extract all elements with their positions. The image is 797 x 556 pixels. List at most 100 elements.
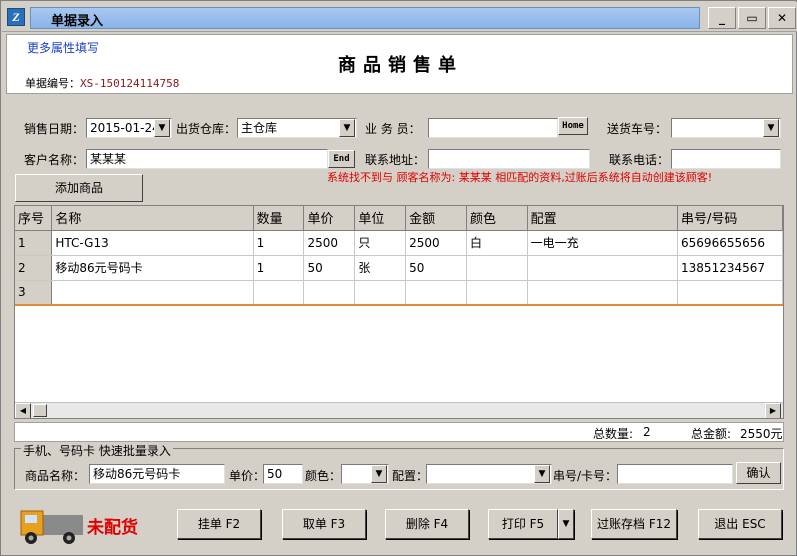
- address-input[interactable]: [428, 149, 590, 169]
- table-row[interactable]: 1 HTC-G13 1 2500 只 2500 白 一电一充 656966556…: [15, 230, 783, 256]
- document-title: 商品销售单: [338, 55, 463, 76]
- app-icon: Z: [7, 8, 25, 26]
- cell-name[interactable]: [51, 280, 254, 306]
- cell-amount[interactable]: 2500: [405, 230, 467, 256]
- scroll-left-icon[interactable]: ◀: [15, 403, 31, 418]
- salesman-input[interactable]: [428, 118, 558, 138]
- scroll-right-icon[interactable]: ▶: [765, 403, 781, 418]
- quick-entry-title: 手机、号码卡 快速批量录入: [21, 442, 173, 459]
- quick-serial-input[interactable]: [617, 464, 733, 484]
- fetch-order-button[interactable]: 取单 F3: [282, 509, 366, 539]
- phone-input[interactable]: [671, 149, 781, 169]
- cell-qty[interactable]: [253, 280, 305, 306]
- horizontal-scrollbar[interactable]: ◀ ▶: [15, 402, 783, 418]
- quick-color-label: 颜色：: [305, 469, 342, 483]
- cell-color[interactable]: [466, 280, 528, 306]
- truck-icon: [20, 510, 83, 544]
- column-header[interactable]: 颜色: [466, 206, 528, 231]
- cell-amount[interactable]: 50: [405, 255, 467, 281]
- sale-date-dropdown-icon[interactable]: ▼: [154, 119, 170, 137]
- table-row[interactable]: 2 移动86元号码卡 1 50 张 50 13851234567: [15, 255, 783, 281]
- maximize-button[interactable]: ▭: [738, 7, 766, 29]
- print-button[interactable]: 打印 F5: [488, 509, 558, 539]
- close-button[interactable]: ✕: [768, 7, 796, 29]
- sale-date-label: 销售日期：: [24, 122, 85, 136]
- row-number: 2: [15, 255, 53, 281]
- quick-confirm-button[interactable]: 确认: [736, 462, 781, 484]
- end-button[interactable]: End: [328, 150, 355, 168]
- cell-qty[interactable]: 1: [253, 255, 305, 281]
- cell-config[interactable]: 一电一充: [527, 230, 679, 256]
- column-header[interactable]: 单位: [354, 206, 407, 231]
- cell-price[interactable]: 2500: [303, 230, 356, 256]
- total-amount-label: 总金额:: [691, 427, 732, 441]
- quick-name-label: 商品名称：: [25, 469, 86, 483]
- vehicle-label: 送货车号：: [607, 122, 668, 136]
- quick-price-label: 单价：: [229, 469, 266, 483]
- cell-color[interactable]: [466, 255, 528, 281]
- add-product-button[interactable]: 添加商品: [15, 174, 143, 202]
- cell-name[interactable]: HTC-G13: [51, 230, 254, 256]
- cell-amount[interactable]: [405, 280, 467, 306]
- items-grid[interactable]: 序号 名称 数量 单价 单位 金额 颜色 配置 串号/号码 1 HTC-G13 …: [14, 205, 784, 419]
- quick-color-dropdown-icon[interactable]: ▼: [371, 465, 387, 483]
- minimize-button[interactable]: _: [708, 7, 736, 29]
- cell-price[interactable]: [303, 280, 356, 306]
- table-header-row: 序号 名称 数量 单价 单位 金额 颜色 配置 串号/号码: [15, 206, 783, 231]
- delete-button[interactable]: 删除 F4: [385, 509, 469, 539]
- quick-name-input[interactable]: 移动86元号码卡: [89, 464, 225, 484]
- table-row[interactable]: 3: [15, 280, 783, 306]
- column-header[interactable]: 金额: [405, 206, 467, 231]
- customer-warning: 系统找不到与 顾客名称为: 某某某 相匹配的资料,过账后系统将自动创建该顾客!: [327, 171, 713, 184]
- doc-no-label: 单据编号：: [25, 77, 80, 90]
- home-button[interactable]: Home: [558, 117, 588, 135]
- quick-serial-label: 串号/卡号：: [553, 469, 618, 483]
- total-amount-value: 2550元: [740, 427, 783, 441]
- column-header[interactable]: 数量: [253, 206, 305, 231]
- cell-price[interactable]: 50: [303, 255, 356, 281]
- cell-unit[interactable]: 张: [354, 255, 407, 281]
- column-header[interactable]: 名称: [51, 206, 254, 231]
- window-title: 单据录入: [51, 14, 104, 29]
- sales-order-window: Z 单据录入 _ ▭ ✕ 更多属性填写 商品销售单 单据编号：XS-150124…: [0, 0, 797, 556]
- totals-bar: 总数量: 2 总金额: 2550元: [14, 422, 784, 442]
- document-number: 单据编号：XS-150124114758: [25, 75, 179, 91]
- delivery-status: 未配货: [87, 518, 138, 538]
- cell-serial[interactable]: 13851234567: [677, 255, 783, 281]
- column-header[interactable]: 配置: [527, 206, 679, 231]
- row-number: 1: [15, 230, 53, 256]
- cell-serial[interactable]: [677, 280, 783, 306]
- column-header[interactable]: 单价: [303, 206, 356, 231]
- title-bar: Z 单据录入 _ ▭ ✕: [2, 2, 797, 32]
- vehicle-dropdown-icon[interactable]: ▼: [763, 119, 779, 137]
- total-qty-label: 总数量:: [593, 427, 634, 441]
- print-dropdown-icon[interactable]: ▼: [558, 509, 574, 539]
- row-number: 3: [15, 280, 53, 306]
- scroll-thumb[interactable]: [33, 404, 47, 417]
- cell-config[interactable]: [527, 255, 679, 281]
- doc-no-value: XS-150124114758: [80, 77, 180, 90]
- title-field: 单据录入: [30, 7, 700, 29]
- cell-name[interactable]: 移动86元号码卡: [51, 255, 254, 281]
- customer-input[interactable]: 某某某: [86, 149, 328, 169]
- phone-label: 联系电话：: [609, 153, 670, 167]
- cell-color[interactable]: 白: [466, 230, 528, 256]
- quick-config-dropdown-icon[interactable]: ▼: [534, 465, 550, 483]
- hold-order-button[interactable]: 挂单 F2: [177, 509, 261, 539]
- quick-price-input[interactable]: 50: [263, 464, 303, 484]
- address-label: 联系地址：: [365, 153, 426, 167]
- cell-config[interactable]: [527, 280, 679, 306]
- cell-unit[interactable]: [354, 280, 407, 306]
- total-qty-value: 2: [643, 425, 651, 439]
- exit-button[interactable]: 退出 ESC: [698, 509, 782, 539]
- column-header[interactable]: 序号: [15, 206, 53, 231]
- post-archive-button[interactable]: 过账存档 F12: [591, 509, 677, 539]
- items-table: 序号 名称 数量 单价 单位 金额 颜色 配置 串号/号码 1 HTC-G13 …: [15, 206, 783, 306]
- warehouse-dropdown-icon[interactable]: ▼: [339, 119, 355, 137]
- cell-qty[interactable]: 1: [253, 230, 305, 256]
- column-header[interactable]: 串号/号码: [677, 206, 783, 231]
- customer-label: 客户名称：: [24, 153, 85, 167]
- cell-serial[interactable]: 65696655656: [677, 230, 783, 256]
- cell-unit[interactable]: 只: [354, 230, 407, 256]
- quick-config-label: 配置：: [392, 469, 429, 483]
